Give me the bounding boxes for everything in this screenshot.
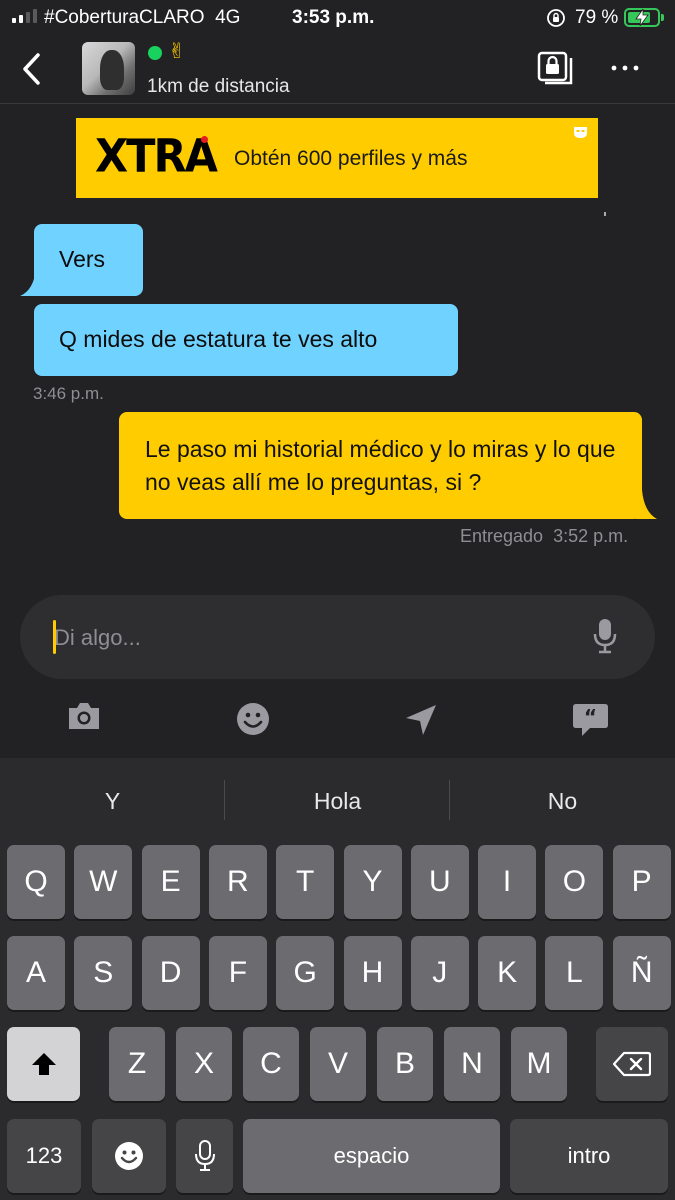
letter-key[interactable]: G xyxy=(276,936,335,1010)
emoji-keyboard-key[interactable] xyxy=(92,1119,166,1193)
letter-key[interactable]: B xyxy=(377,1027,433,1101)
input-placeholder: Di algo... xyxy=(54,625,141,650)
letter-key[interactable]: O xyxy=(545,845,604,919)
letter-key[interactable]: H xyxy=(343,936,402,1010)
online-status-icon xyxy=(148,46,162,60)
space-key[interactable]: espacio xyxy=(243,1119,500,1193)
letter-key[interactable]: I xyxy=(478,845,537,919)
letter-key[interactable]: M xyxy=(511,1027,567,1101)
letter-key[interactable]: Z xyxy=(109,1027,165,1101)
incoming-message[interactable]: Q mides de estatura te ves alto xyxy=(34,304,458,376)
suggestion[interactable]: Y xyxy=(0,758,225,844)
letter-key[interactable]: Y xyxy=(343,845,402,919)
return-key[interactable]: intro xyxy=(510,1119,668,1193)
letter-key[interactable]: S xyxy=(74,936,133,1010)
more-icon[interactable] xyxy=(606,56,644,80)
xtra-logo-dot xyxy=(201,136,208,143)
backspace-icon xyxy=(613,1051,651,1077)
status-time: 3:53 p.m. xyxy=(292,7,375,28)
grindr-mask-icon xyxy=(574,127,587,138)
delivery-status: Entregado 3:52 p.m. xyxy=(460,526,629,546)
letter-key[interactable]: T xyxy=(276,845,335,919)
letter-key[interactable]: D xyxy=(141,936,200,1010)
incoming-message[interactable]: Vers xyxy=(34,224,143,296)
suggestion[interactable]: Hola xyxy=(225,758,450,844)
message-input[interactable]: Di algo... xyxy=(20,595,655,679)
network-type: 4G xyxy=(215,7,241,28)
distance-label: 1km de distancia xyxy=(147,76,290,97)
letter-key[interactable]: F xyxy=(208,936,267,1010)
status-bar: #CoberturaCLARO 4G 3:53 p.m. 79 % xyxy=(0,0,675,36)
letter-key[interactable]: N xyxy=(444,1027,500,1101)
back-icon[interactable] xyxy=(18,50,48,88)
message-timestamp: 3:46 p.m. xyxy=(33,384,104,403)
signal-strength-icon xyxy=(12,9,37,23)
location-icon[interactable] xyxy=(404,703,438,737)
letter-key[interactable]: W xyxy=(74,845,133,919)
letter-key[interactable]: Ñ xyxy=(612,936,671,1010)
delete-key[interactable] xyxy=(596,1027,668,1101)
letter-key[interactable]: U xyxy=(410,845,469,919)
carrier-name: #CoberturaCLARO 4G xyxy=(44,7,241,28)
xtra-upsell-banner[interactable]: XTRA Obtén 600 perfiles y más xyxy=(76,118,598,198)
banner-text: Obtén 600 perfiles y más xyxy=(234,147,468,170)
dictation-key[interactable] xyxy=(176,1119,233,1193)
letter-key[interactable]: A xyxy=(7,936,65,1010)
camera-icon[interactable] xyxy=(66,700,102,732)
bubble-tail xyxy=(20,268,42,296)
letter-key[interactable]: K xyxy=(478,936,537,1010)
emoji-icon xyxy=(115,1142,143,1170)
letter-key[interactable]: Q xyxy=(7,845,65,919)
private-album-icon[interactable] xyxy=(536,50,574,86)
letter-key[interactable]: P xyxy=(612,845,671,919)
numbers-key[interactable]: 123 xyxy=(7,1119,81,1193)
microphone-icon xyxy=(194,1140,215,1171)
shift-icon xyxy=(31,1053,56,1075)
letter-key[interactable]: J xyxy=(410,936,469,1010)
orientation-lock-icon xyxy=(547,9,565,27)
letter-key[interactable]: V xyxy=(310,1027,366,1101)
svg-text:“: “ xyxy=(584,705,597,729)
suggestion[interactable]: No xyxy=(450,758,675,844)
letter-key[interactable]: L xyxy=(545,936,604,1010)
keyboard: Y Hola No 123 espacio intro QWERTYUIOPAS… xyxy=(0,758,675,1200)
text-cursor xyxy=(53,620,56,654)
emoji-icon[interactable] xyxy=(236,702,270,736)
quick-replies-icon[interactable]: “ xyxy=(572,702,609,738)
letter-key[interactable]: E xyxy=(141,845,200,919)
battery-percent: 79 % xyxy=(575,7,619,28)
outgoing-message[interactable]: Le paso mi historial médico y lo miras y… xyxy=(119,412,642,519)
xtra-logo: XTRA xyxy=(95,130,218,184)
profile-emoji: ✌ xyxy=(168,40,186,63)
divider-mark xyxy=(604,212,606,216)
letter-key[interactable]: X xyxy=(176,1027,232,1101)
bubble-tail xyxy=(636,490,657,519)
letter-key[interactable]: C xyxy=(243,1027,299,1101)
microphone-icon[interactable] xyxy=(593,617,617,655)
chat-header: ✌ 1km de distancia xyxy=(0,36,675,104)
battery-icon xyxy=(624,8,664,27)
profile-avatar[interactable] xyxy=(82,42,135,95)
shift-key[interactable] xyxy=(7,1027,80,1101)
message-timestamp: 3:52 p.m. xyxy=(553,526,629,546)
letter-key[interactable]: R xyxy=(208,845,267,919)
